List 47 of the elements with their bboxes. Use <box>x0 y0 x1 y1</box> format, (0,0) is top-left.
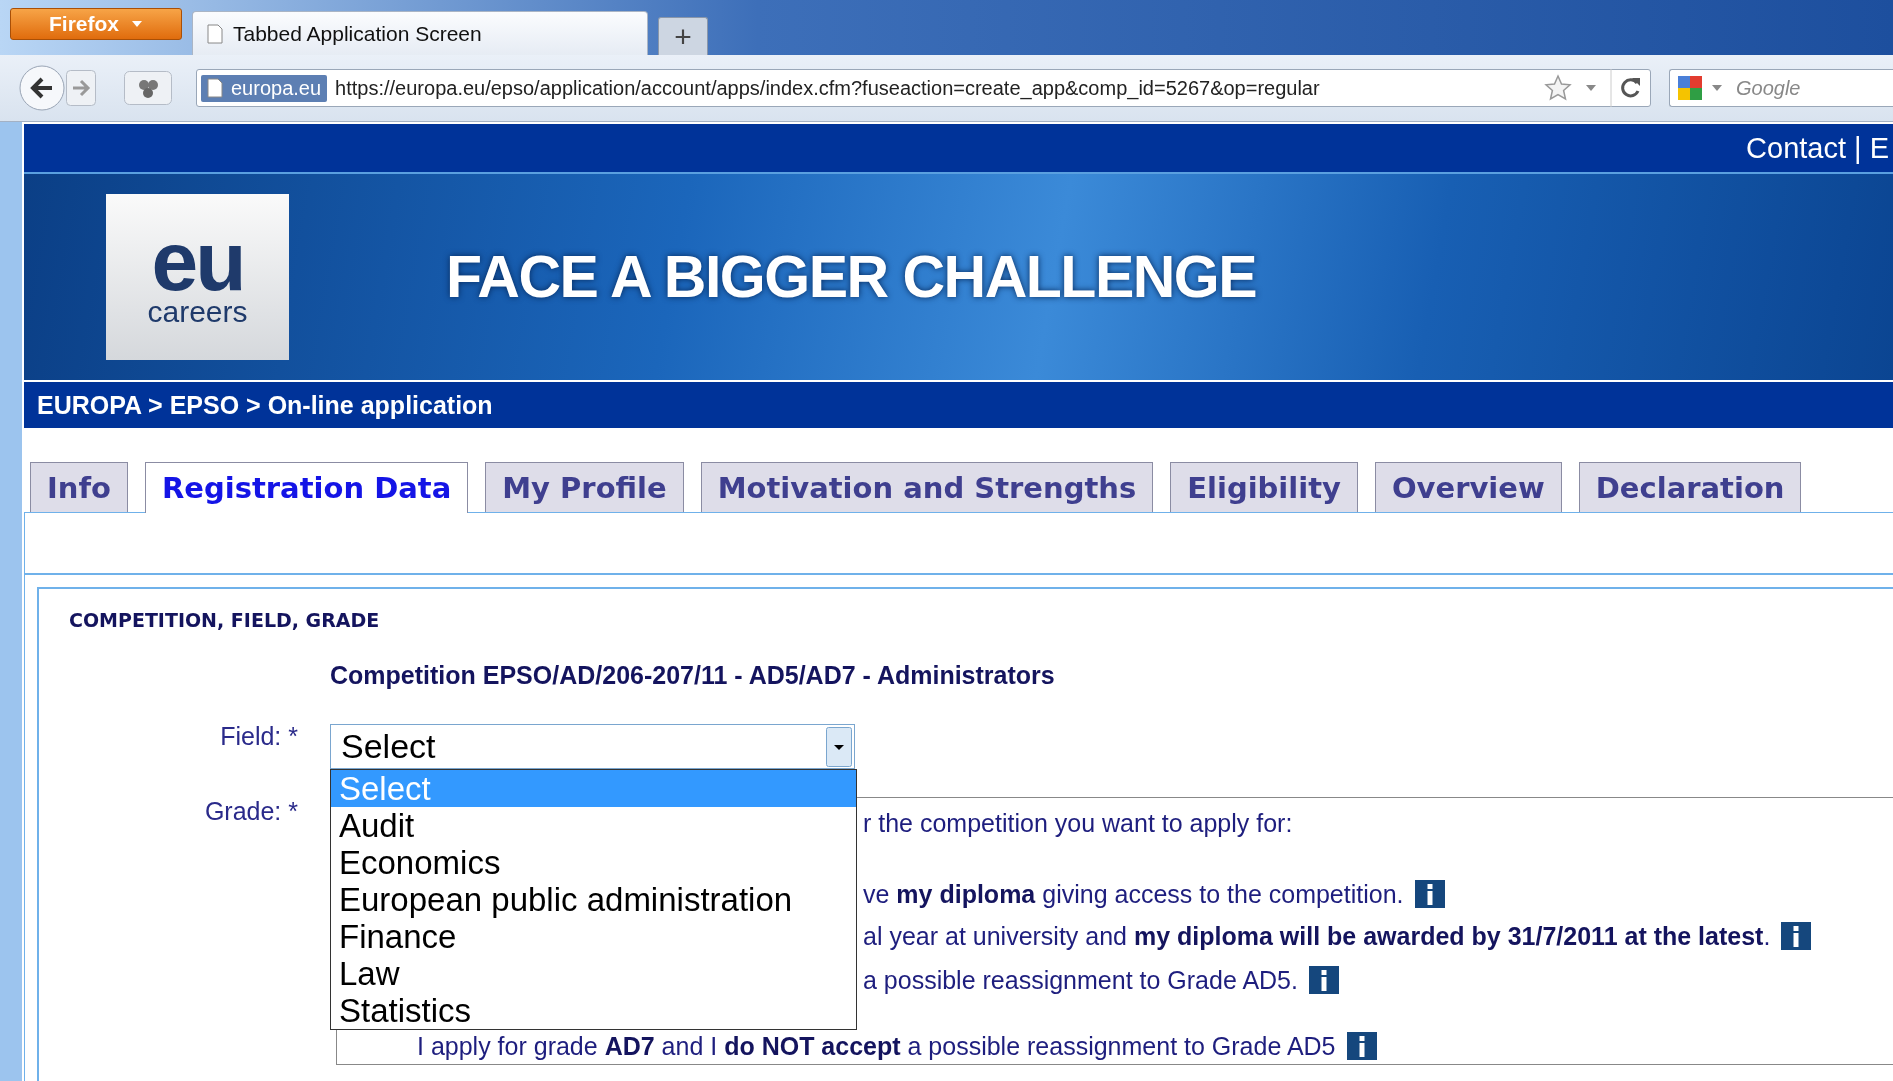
grade-option-text: al year at university and my diploma will be awarded by 31/7/2011 at the latest. <box>863 921 1771 951</box>
tab[interactable]: Info <box>30 462 128 512</box>
header-links[interactable]: Contact | E <box>1746 131 1889 165</box>
info-icon[interactable] <box>1413 879 1446 909</box>
address-field[interactable]: europa.eu https://europa.eu/epso/application/account/apps/index.cfm?fuseaction=create_app&comp_id=5267&op=regular <box>196 69 1651 107</box>
tab[interactable]: Motivation and Strengths <box>700 462 1154 512</box>
field-label: Field: * <box>219 722 299 752</box>
tab[interactable]: Registration Data <box>145 462 469 513</box>
eu-careers-logo: eu careers <box>106 194 289 360</box>
info-icon[interactable] <box>1307 965 1340 995</box>
page-icon <box>207 78 223 98</box>
site-identity-button[interactable]: europa.eu <box>201 74 328 102</box>
page-icon <box>207 23 223 44</box>
dropdown-list[interactable]: Select Audit Economics European public administration Finance Law Statistics <box>330 769 857 1030</box>
new-tab-button[interactable]: + <box>658 17 708 55</box>
caret-icon[interactable] <box>1712 85 1722 91</box>
section-title: COMPETITION, FIELD, GRADE <box>69 609 381 631</box>
info-icon[interactable] <box>1780 921 1813 951</box>
field-dropdown[interactable]: Select <box>330 724 855 769</box>
dropdown-option[interactable]: Law <box>331 955 856 992</box>
grade-label: Grade: * <box>203 797 299 827</box>
banner-headline: FACE A BIGGER CHALLENGE <box>446 243 1257 311</box>
url-text: https://europa.eu/epso/application/account/apps/index.cfm?fuseaction=create_app&comp_id=5267&op=regular <box>335 76 1321 100</box>
search-field[interactable]: Google <box>1669 69 1893 107</box>
dropdown-option[interactable]: European public administration <box>331 881 856 918</box>
competition-title: Competition EPSO/AD/206-207/11 - AD5/AD7 - Administrators <box>330 661 1055 690</box>
dropdown-option[interactable]: Finance <box>331 918 856 955</box>
dropdown-option[interactable]: Statistics <box>331 992 856 1029</box>
dropdown-option[interactable]: Economics <box>331 844 856 881</box>
dropdown-option[interactable]: Audit <box>331 807 856 844</box>
caret-icon <box>131 20 143 28</box>
browser-tab[interactable]: Tabbed Application Screen <box>192 11 648 55</box>
star-icon[interactable] <box>1544 74 1572 102</box>
breadcrumb: EUROPA > EPSO > On-line application <box>37 390 493 420</box>
tab[interactable]: Declaration <box>1578 462 1802 512</box>
caret-icon[interactable] <box>1586 85 1596 91</box>
grade-option-text: a possible reassignment to Grade AD5. <box>863 965 1298 995</box>
search-input[interactable]: Google <box>1734 75 1858 101</box>
tab[interactable]: Overview <box>1374 462 1562 512</box>
back-icon[interactable] <box>18 64 66 112</box>
grade-option-text: ve my diploma giving access to the competition. <box>863 879 1404 909</box>
tab[interactable]: My Profile <box>485 462 684 512</box>
grade-option-text: I apply for grade AD7 and I do NOT accept a possible reassignment to Grade AD5 <box>417 1031 1336 1061</box>
info-icon[interactable] <box>1345 1031 1378 1061</box>
addon-icon[interactable] <box>124 71 172 105</box>
grade-option-text: r the competition you want to apply for: <box>863 808 1293 838</box>
tab[interactable]: Eligibility <box>1170 462 1358 512</box>
